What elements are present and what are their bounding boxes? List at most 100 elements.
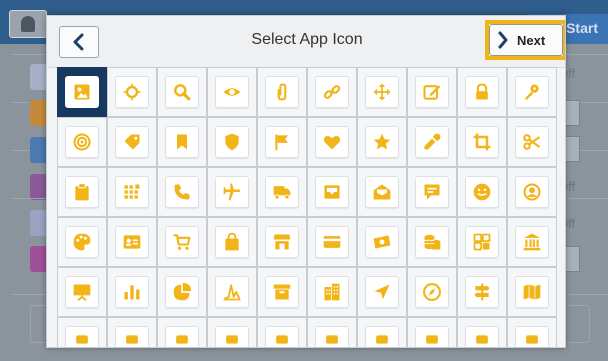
icon-tile: [165, 76, 199, 108]
icon-tile: [415, 326, 449, 347]
icon-option[interactable]: [57, 317, 107, 347]
icon-option[interactable]: [157, 67, 207, 117]
flag-icon: [275, 134, 288, 151]
icon-tile: [115, 176, 149, 208]
icon-option[interactable]: [257, 167, 307, 217]
icon-tile: [215, 276, 249, 308]
icon-option[interactable]: [457, 167, 507, 217]
icon-option[interactable]: [157, 317, 207, 347]
icon-tile: [365, 176, 399, 208]
next-button[interactable]: Next: [489, 24, 563, 56]
icon-option[interactable]: [507, 167, 557, 217]
icon-option[interactable]: [257, 317, 307, 347]
icon-option[interactable]: [157, 217, 207, 267]
icon-option[interactable]: [107, 67, 157, 117]
icon-option[interactable]: [57, 217, 107, 267]
icon-tile: [265, 276, 299, 308]
icon-option[interactable]: [207, 217, 257, 267]
icon-tile: [215, 326, 249, 347]
icon-option[interactable]: [107, 117, 157, 167]
icon-option[interactable]: [407, 67, 457, 117]
truck-icon: [273, 186, 291, 200]
icon-option[interactable]: [507, 67, 557, 117]
icon-option[interactable]: [107, 317, 157, 347]
icon-option[interactable]: [507, 267, 557, 317]
icon-option[interactable]: [107, 167, 157, 217]
icon-option[interactable]: [407, 117, 457, 167]
icon-option[interactable]: [307, 117, 357, 167]
icon-option[interactable]: [457, 117, 507, 167]
icon-option[interactable]: [257, 67, 307, 117]
signpost-icon: [474, 283, 490, 301]
icon-option[interactable]: [57, 267, 107, 317]
icon-option[interactable]: [307, 167, 357, 217]
icon-option[interactable]: [507, 117, 557, 167]
icon-option[interactable]: [157, 167, 207, 217]
icon-option[interactable]: [57, 167, 107, 217]
icon-option[interactable]: [257, 267, 307, 317]
icon-option[interactable]: [107, 217, 157, 267]
icon-option[interactable]: [107, 267, 157, 317]
icon-option[interactable]: [307, 267, 357, 317]
presentation-icon: [73, 284, 91, 302]
icon-option[interactable]: [257, 217, 307, 267]
icon-option[interactable]: [457, 217, 507, 267]
icon-option[interactable]: [207, 317, 257, 347]
coins-icon: [424, 234, 441, 250]
icon-tile: [165, 126, 199, 158]
chevron-left-icon: [73, 33, 84, 51]
icon-option[interactable]: [357, 117, 407, 167]
icon-tile: [115, 126, 149, 158]
icon-option[interactable]: [407, 317, 457, 347]
back-button[interactable]: [59, 26, 99, 58]
icon-option[interactable]: [157, 117, 207, 167]
icon-option[interactable]: [307, 317, 357, 347]
icon-option[interactable]: [207, 117, 257, 167]
icon-tile: [165, 276, 199, 308]
icon-option[interactable]: [357, 67, 407, 117]
icon-option[interactable]: [457, 267, 507, 317]
icon-option[interactable]: [307, 217, 357, 267]
icon-tile: [165, 226, 199, 258]
banknote-icon: [373, 235, 391, 249]
icon-tile: [365, 326, 399, 347]
icon-option[interactable]: [57, 67, 107, 117]
icon-tile: [415, 126, 449, 158]
icon-tile: [365, 126, 399, 158]
icon-option[interactable]: [357, 167, 407, 217]
partial-icon-2: [126, 335, 138, 344]
icon-option[interactable]: [457, 317, 507, 347]
icon-option[interactable]: [257, 117, 307, 167]
icon-tile: [65, 76, 99, 108]
icon-option[interactable]: [357, 317, 407, 347]
icon-tile: [515, 126, 549, 158]
photo-icon: [74, 84, 90, 100]
storefront-icon: [273, 234, 291, 250]
icon-option[interactable]: [507, 317, 557, 347]
icon-option[interactable]: [307, 67, 357, 117]
icon-option[interactable]: [407, 217, 457, 267]
icon-option[interactable]: [157, 267, 207, 317]
icon-option[interactable]: [207, 167, 257, 217]
partial-icon-3: [176, 335, 188, 344]
compass-icon: [423, 283, 441, 301]
icon-option[interactable]: [357, 217, 407, 267]
icon-option[interactable]: [57, 117, 107, 167]
inbox-icon: [324, 185, 340, 199]
icon-option[interactable]: [357, 267, 407, 317]
icon-tile: [315, 276, 349, 308]
icon-option[interactable]: [407, 167, 457, 217]
icon-tile: [415, 76, 449, 108]
icon-option[interactable]: [207, 67, 257, 117]
icon-tile: [515, 176, 549, 208]
icon-tile: [265, 326, 299, 347]
credit-card-icon: [323, 236, 341, 248]
bookmark-icon: [177, 134, 187, 150]
user-icon: [9, 10, 47, 38]
palette-icon: [73, 233, 91, 251]
icon-option[interactable]: [207, 267, 257, 317]
icon-option[interactable]: [507, 217, 557, 267]
id-card-icon: [123, 235, 141, 249]
icon-option[interactable]: [407, 267, 457, 317]
icon-option[interactable]: [457, 67, 507, 117]
